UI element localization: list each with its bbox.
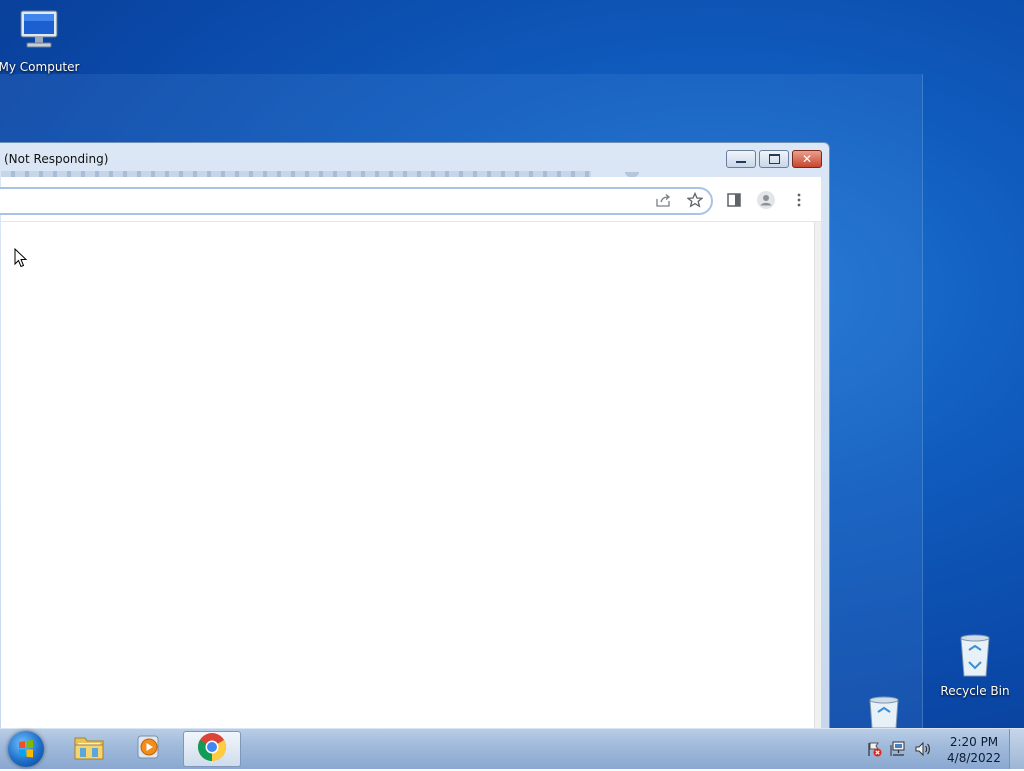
windows-logo-icon	[19, 740, 33, 758]
desktop-icon-label: Recycle Bin	[940, 684, 1010, 698]
cursor-icon	[14, 247, 28, 272]
computer-icon	[0, 8, 84, 57]
address-bar[interactable]	[0, 187, 713, 215]
desktop-icon-my-computer[interactable]: My Computer	[0, 8, 84, 74]
desktop: My Computer Recycle Bin (Not Responding)	[0, 0, 1024, 728]
side-panel-icon[interactable]	[724, 190, 744, 210]
action-center-flag-icon[interactable]	[866, 741, 882, 761]
maximize-icon	[768, 154, 780, 164]
window-title: (Not Responding)	[4, 152, 109, 166]
browser-toolbar	[0, 177, 821, 222]
clock-date: 4/8/2022	[947, 751, 1001, 765]
minimize-button[interactable]	[726, 150, 756, 168]
clock[interactable]: 2:20 PM 4/8/2022	[946, 734, 1002, 766]
folder-icon	[73, 733, 105, 765]
taskbar-app-chrome[interactable]	[183, 731, 241, 767]
show-desktop-button[interactable]	[1009, 729, 1024, 769]
share-icon[interactable]	[653, 190, 673, 210]
taskbar-app-file-explorer[interactable]	[60, 731, 118, 767]
maximize-button[interactable]	[759, 150, 789, 168]
profile-icon[interactable]	[756, 190, 776, 210]
recycle-bin-icon	[930, 632, 1020, 681]
scrollbar[interactable]	[814, 222, 821, 728]
recycle-bin-ghost-icon	[866, 696, 902, 728]
taskbar: 2:20 PM 4/8/2022	[0, 728, 1024, 769]
start-button[interactable]	[8, 731, 44, 767]
browser-client	[0, 177, 821, 728]
close-button[interactable]: ✕	[792, 150, 822, 168]
network-icon[interactable]	[890, 741, 908, 761]
more-vert-icon[interactable]	[789, 190, 809, 210]
minimize-icon	[736, 161, 746, 163]
star-icon[interactable]	[685, 190, 705, 210]
media-player-icon	[135, 733, 163, 765]
clock-time: 2:20 PM	[949, 735, 999, 749]
volume-icon[interactable]	[914, 741, 932, 761]
page-content[interactable]	[1, 222, 821, 728]
browser-window[interactable]: (Not Responding) ✕	[0, 142, 830, 728]
close-icon: ✕	[801, 152, 813, 166]
desktop-icon-recycle-bin[interactable]: Recycle Bin	[930, 632, 1020, 698]
desktop-icon-label: My Computer	[0, 60, 80, 74]
taskbar-app-media-player[interactable]	[120, 731, 178, 767]
chrome-icon	[197, 732, 227, 766]
window-titlebar[interactable]: (Not Responding) ✕	[0, 143, 829, 173]
